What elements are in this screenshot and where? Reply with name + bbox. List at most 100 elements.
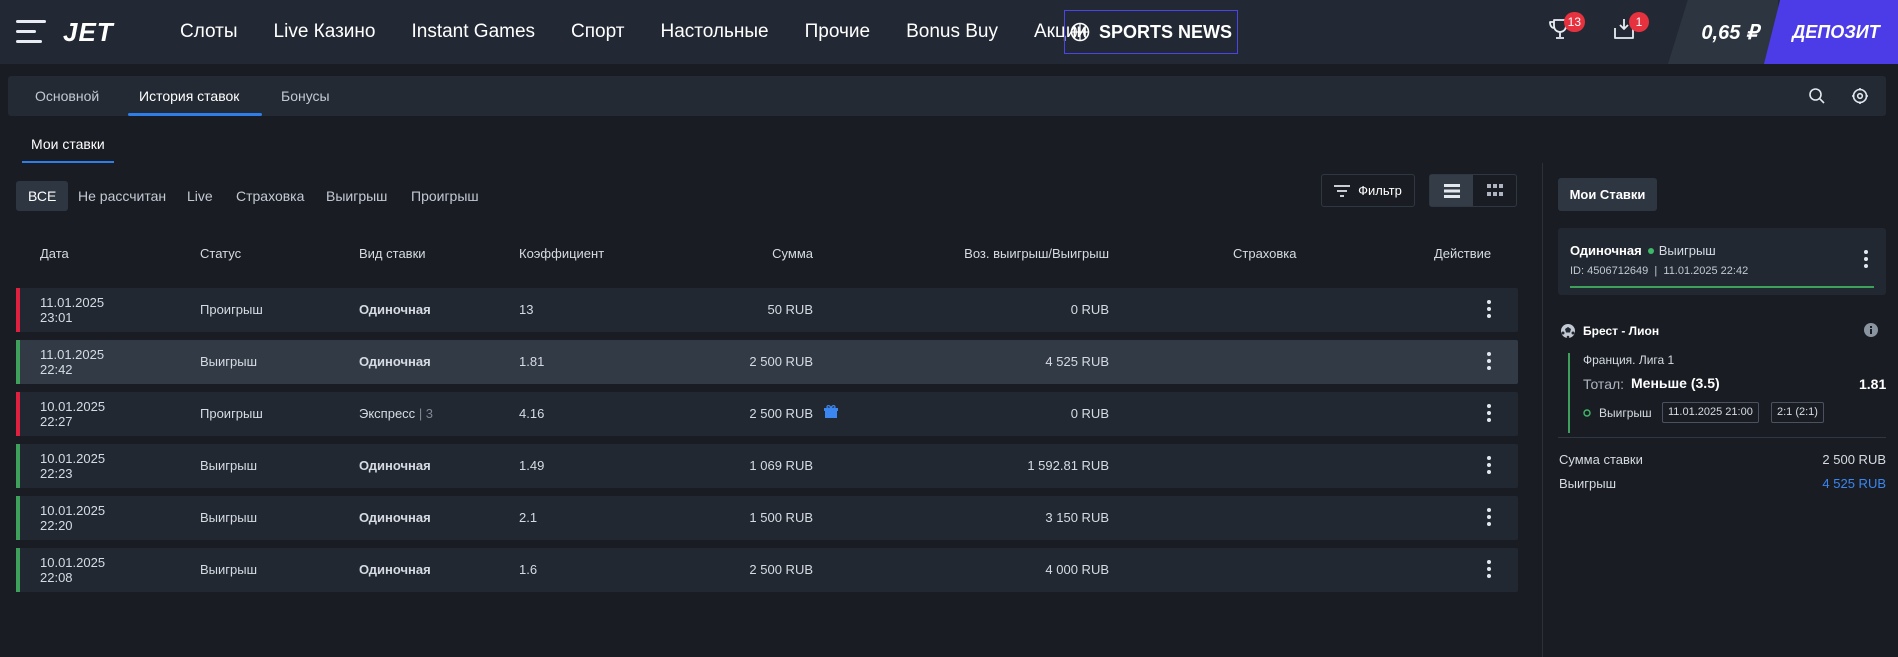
- table-row[interactable]: 10.01.2025 22:20 Выигрыш Одиночная 2.1 1 …: [16, 496, 1518, 540]
- grid-icon: [1486, 183, 1503, 196]
- filter-insurance[interactable]: Страховка: [236, 181, 304, 211]
- nav-table-games[interactable]: Настольные: [642, 21, 786, 43]
- table-row[interactable]: 11.01.2025 23:01 Проигрыш Одиночная 13 50…: [16, 288, 1518, 332]
- subtab-indicator: [22, 161, 114, 163]
- panel-title: Мои Ставки: [1558, 178, 1657, 211]
- match-name[interactable]: Брест - Лион: [1583, 324, 1659, 338]
- bet-actions-icon[interactable]: [1861, 250, 1871, 270]
- row-status: Проигрыш: [200, 406, 263, 421]
- filter-live[interactable]: Live: [187, 181, 213, 211]
- nav-instant-games[interactable]: Instant Games: [393, 21, 553, 43]
- row-kind: Одиночная: [359, 562, 431, 577]
- row-actions-icon[interactable]: [1482, 508, 1496, 528]
- gift-icon: [824, 405, 838, 418]
- row-coef: 2.1: [519, 510, 538, 525]
- row-date: 10.01.2025 22:23: [40, 451, 106, 481]
- win-label: Выигрыш: [1559, 476, 1617, 491]
- logo[interactable]: JET: [63, 17, 114, 48]
- status-indicator-win: [16, 496, 20, 540]
- tab-bet-history[interactable]: История ставок: [139, 76, 239, 116]
- row-coef: 1.49: [519, 458, 545, 473]
- row-actions-icon[interactable]: [1482, 300, 1496, 320]
- nav-slots[interactable]: Слоты: [162, 21, 256, 43]
- status-circle-icon: [1583, 409, 1591, 417]
- stake-value: 2 500 RUB: [1822, 452, 1886, 467]
- gifts-badge: 1: [1629, 12, 1649, 32]
- row-date: 10.01.2025 22:20: [40, 503, 106, 533]
- status-dot: [1647, 248, 1654, 254]
- basketball-icon: [1070, 22, 1090, 42]
- notifications-button[interactable]: 13: [1547, 12, 1585, 46]
- row-win: 3 150 RUB: [1045, 510, 1109, 525]
- sports-news-button[interactable]: SPORTS NEWS: [1064, 10, 1238, 54]
- row-kind: Одиночная: [359, 302, 431, 317]
- row-date: 10.01.2025 22:08: [40, 555, 106, 585]
- bet-id-line: ID: 4506712649 | 11.01.2025 22:42: [1570, 265, 1749, 277]
- row-win: 0 RUB: [1070, 302, 1109, 317]
- win-value: 4 525 RUB: [1822, 476, 1886, 491]
- row-win: 0 RUB: [1070, 406, 1109, 421]
- event-status: Выигрыш: [1599, 406, 1652, 420]
- table-row[interactable]: 11.01.2025 22:42 Выигрыш Одиночная 1.81 2…: [16, 340, 1518, 384]
- row-kind-count: | 3: [418, 406, 434, 421]
- info-icon[interactable]: [1863, 322, 1879, 338]
- row-date: 10.01.2025 22:27: [40, 399, 106, 429]
- status-indicator-loss: [16, 392, 20, 436]
- col-action: Действие: [1434, 246, 1492, 261]
- filter-all[interactable]: ВСЕ: [16, 181, 69, 211]
- outcome: Меньше (3.5): [1631, 375, 1720, 391]
- gifts-button[interactable]: 1: [1611, 12, 1649, 46]
- view-toggle: [1429, 174, 1517, 207]
- filter-button[interactable]: Фильтр: [1321, 174, 1415, 207]
- row-actions-icon[interactable]: [1482, 404, 1496, 424]
- status-indicator-win: [16, 548, 20, 592]
- football-icon: [1561, 324, 1575, 339]
- filter-button-label: Фильтр: [1358, 183, 1402, 198]
- row-kind: Одиночная: [359, 354, 431, 369]
- my-bets-tab[interactable]: Мои ставки: [31, 136, 105, 152]
- stake-label: Сумма ставки: [1559, 452, 1643, 467]
- row-status: Выигрыш: [200, 510, 258, 525]
- grid-view-button[interactable]: [1473, 175, 1516, 206]
- nav-sport[interactable]: Спорт: [553, 21, 642, 43]
- row-sum: 1 069 RUB: [749, 458, 813, 473]
- row-actions-icon[interactable]: [1482, 456, 1496, 476]
- balance[interactable]: 0,65 ₽: [1668, 0, 1778, 64]
- bet-summary-card: Одиночная Выигрыш ID: 4506712649 | 11.01.…: [1558, 228, 1886, 295]
- deposit-button[interactable]: ДЕПОЗИТ: [1764, 0, 1898, 64]
- nav-other[interactable]: Прочие: [787, 21, 888, 43]
- tab-main[interactable]: Основной: [35, 76, 99, 116]
- list-view-button[interactable]: [1430, 175, 1473, 206]
- col-insurance: Страховка: [1233, 246, 1297, 261]
- row-status: Проигрыш: [200, 302, 263, 317]
- bet-type-line: Одиночная Выигрыш: [1570, 243, 1716, 258]
- league-name: Франция. Лига 1: [1583, 353, 1675, 367]
- filter-won[interactable]: Выигрыш: [326, 181, 387, 211]
- col-coef: Коэффициент: [519, 246, 605, 261]
- menu-icon[interactable]: [16, 20, 46, 44]
- nav-live-casino[interactable]: Live Казино: [256, 21, 394, 43]
- col-win: Воз. выигрыш/Выигрыш: [964, 246, 1109, 261]
- nav-bonus-buy[interactable]: Bonus Buy: [888, 21, 1016, 43]
- tab-bonuses[interactable]: Бонусы: [281, 76, 330, 116]
- market-label: Тотал:: [1583, 376, 1625, 392]
- row-actions-icon[interactable]: [1482, 560, 1496, 580]
- sports-news-label: SPORTS NEWS: [1098, 21, 1232, 42]
- event-time: 11.01.2025 21:00: [1662, 402, 1759, 423]
- top-navigation-bar: JET Слоты Live Казино Instant Games Спор…: [0, 0, 1898, 64]
- settings-icon[interactable]: [1851, 87, 1869, 105]
- odds: 1.81: [1859, 376, 1887, 392]
- col-sum: Сумма: [772, 246, 813, 261]
- table-row[interactable]: 10.01.2025 22:08 Выигрыш Одиночная 1.6 2 …: [16, 548, 1518, 592]
- list-icon: [1443, 183, 1460, 198]
- row-kind: Одиночная: [359, 458, 431, 473]
- row-sum: 2 500 RUB: [749, 406, 813, 421]
- row-actions-icon[interactable]: [1482, 352, 1496, 372]
- table-row[interactable]: 10.01.2025 22:23 Выигрыш Одиночная 1.49 1…: [16, 444, 1518, 488]
- table-row[interactable]: 10.01.2025 22:27 Проигрыш Экспресс | 3 4.…: [16, 392, 1518, 436]
- row-coef: 4.16: [519, 406, 545, 421]
- search-icon[interactable]: [1808, 87, 1826, 105]
- bet-id: ID: 4506712649: [1570, 265, 1649, 277]
- filter-unsettled[interactable]: Не рассчитан: [78, 181, 166, 211]
- filter-lost[interactable]: Проигрыш: [411, 181, 479, 211]
